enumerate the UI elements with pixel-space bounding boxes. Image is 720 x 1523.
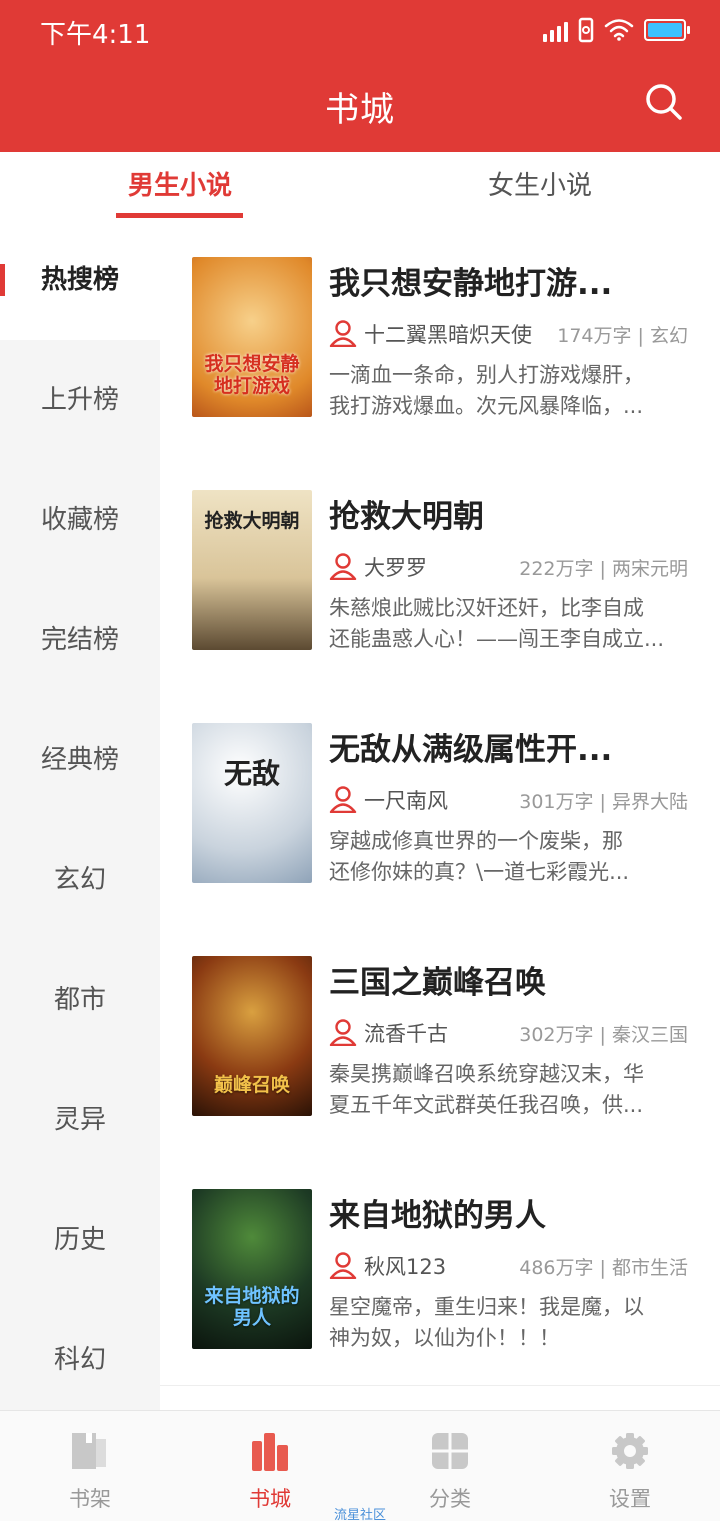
book-cover: 我只想安静地打游戏 (192, 257, 312, 417)
tab-male-novels[interactable]: 男生小说 (0, 152, 360, 220)
book-title: 抢救大明朝 (329, 499, 484, 535)
book-description: 朱慈烺此贼比汉奸还奸，比李自成 还能蛊惑人心！——闯王李自成立... (329, 593, 689, 655)
sidebar-item-label: 上升榜 (40, 385, 119, 415)
tab-female-novels[interactable]: 女生小说 (360, 152, 720, 220)
bookshelf-icon (72, 1433, 106, 1469)
nav-bookstore[interactable]: 书城 (180, 1411, 360, 1521)
description-line: 一滴血一条命，别人打游戏爆肝， (329, 363, 644, 387)
book-meta: 174万字 | 玄幻 (557, 325, 688, 347)
watermark: 流星社区 (334, 1508, 387, 1523)
book-description: 穿越成修真世界的一个废柴，那 还修你妹的真？\一道七彩霞光... (329, 826, 689, 888)
book-item[interactable]: 抢救大明朝 抢救大明朝 大罗罗 222万字 | 两宋元明 朱慈烺此贼比汉奸还奸，… (160, 453, 720, 687)
sidebar-item-label: 玄幻 (53, 865, 106, 895)
description-line: 朱慈烺此贼比汉奸还奸，比李自成 (329, 596, 644, 620)
sidebar-item-label: 完结榜 (40, 625, 119, 655)
settings-icon (612, 1433, 648, 1469)
description-line: 穿越成修真世界的一个废柴，那 (329, 829, 623, 853)
nav-settings[interactable]: 设置 (540, 1411, 720, 1521)
sidebar-item-supernatural[interactable]: 灵异 (0, 1060, 160, 1180)
nav-bookshelf[interactable]: 书架 (0, 1411, 180, 1521)
description-line: 还能蛊惑人心！——闯王李自成立... (329, 627, 665, 651)
sidebar-item-label: 科幻 (53, 1345, 106, 1375)
book-cover: 无敌 (192, 723, 312, 883)
book-meta: 302万字 | 秦汉三国 (519, 1024, 688, 1046)
status-icons (543, 14, 690, 46)
sidebar-item-rising[interactable]: 上升榜 (0, 340, 160, 460)
sidebar-item-label: 灵异 (53, 1105, 106, 1135)
description-line: 秦昊携巅峰召唤系统穿越汉末，华 (329, 1062, 644, 1086)
cover-title: 我只想安静地打游戏 (204, 353, 300, 397)
book-author: 流香千古 (364, 1022, 448, 1046)
description-line: 神为奴，以仙为仆！！！ (329, 1326, 560, 1350)
cover-title: 巅峰召唤 (213, 1074, 290, 1096)
book-author: 大罗罗 (364, 556, 427, 580)
author-icon (329, 553, 357, 580)
sidebar-item-label: 收藏榜 (40, 505, 119, 535)
book-meta: 486万字 | 都市生活 (519, 1257, 688, 1279)
book-item[interactable]: 巅峰召唤 三国之巅峰召唤 流香千古 302万字 | 秦汉三国 秦昊携巅峰召唤系统… (160, 919, 720, 1153)
book-author: 十二翼黑暗炽天使 (364, 323, 532, 347)
book-title: 三国之巅峰召唤 (329, 965, 546, 1001)
app-header: 下午4:11 书城 (0, 0, 720, 152)
author-icon (329, 1252, 357, 1279)
signal-icon (543, 18, 568, 42)
nav-label: 书架 (69, 1487, 111, 1511)
author-icon (329, 1019, 357, 1046)
status-time: 下午4:11 (40, 20, 151, 50)
description-line: 夏五千年文武群英任我召唤，供... (329, 1093, 644, 1117)
search-icon[interactable] (644, 82, 684, 122)
nav-label: 书城 (249, 1487, 291, 1511)
book-item[interactable]: 无敌 无敌从满级属性开... 一尺南风 301万字 | 异界大陆 穿越成修真世界… (160, 686, 720, 920)
sidebar-item-label: 经典榜 (40, 745, 119, 775)
sidebar-item-favorites[interactable]: 收藏榜 (0, 460, 160, 580)
book-author: 一尺南风 (364, 789, 448, 813)
book-item[interactable]: 来自地狱的男人 来自地狱的男人 秋风123 486万字 | 都市生活 星空魔帝，… (160, 1152, 720, 1386)
sidebar-item-completed[interactable]: 完结榜 (0, 580, 160, 700)
book-title: 我只想安静地打游... (329, 266, 613, 302)
sidebar-item-label: 热搜榜 (40, 265, 119, 295)
book-item[interactable]: 我只想安静地打游戏 我只想安静地打游... 十二翼黑暗炽天使 174万字 | 玄… (160, 220, 720, 454)
sidebar-item-scifi[interactable]: 科幻 (0, 1300, 160, 1420)
cover-title: 无敌 (223, 757, 280, 790)
nav-category[interactable]: 分类 (360, 1411, 540, 1521)
gender-tabs: 男生小说 女生小说 (0, 152, 720, 221)
cover-title: 来自地狱的男人 (204, 1285, 300, 1329)
vibrate-icon (578, 17, 594, 43)
page-title: 书城 (325, 90, 395, 130)
book-meta: 301万字 | 异界大陆 (519, 791, 688, 813)
sidebar-item-classic[interactable]: 经典榜 (0, 700, 160, 820)
book-description: 一滴血一条命，别人打游戏爆肝， 我打游戏爆血。次元风暴降临，... (329, 360, 689, 422)
wifi-icon (604, 19, 634, 41)
sidebar-item-history[interactable]: 历史 (0, 1180, 160, 1300)
active-sidebar-marker (0, 264, 5, 296)
sidebar-item-label: 都市 (53, 985, 106, 1015)
description-line: 星空魔帝，重生归来！我是魔，以 (329, 1295, 644, 1319)
book-description: 秦昊携巅峰召唤系统穿越汉末，华 夏五千年文武群英任我召唤，供... (329, 1059, 689, 1121)
book-title: 无敌从满级属性开... (329, 732, 613, 768)
ranking-sidebar: 热搜榜 上升榜 收藏榜 完结榜 经典榜 玄幻 都市 灵异 历史 科幻 (0, 220, 160, 1410)
description-line: 我打游戏爆血。次元风暴降临，... (329, 394, 644, 418)
bookstore-icon (252, 1433, 288, 1471)
book-cover: 来自地狱的男人 (192, 1189, 312, 1349)
sidebar-item-fantasy[interactable]: 玄幻 (0, 820, 160, 940)
book-title: 来自地狱的男人 (329, 1198, 546, 1234)
book-cover: 抢救大明朝 (192, 490, 312, 650)
sidebar-item-hot-search[interactable]: 热搜榜 (0, 220, 160, 340)
nav-label: 设置 (609, 1487, 651, 1511)
author-icon (329, 786, 357, 813)
book-meta: 222万字 | 两宋元明 (519, 558, 688, 580)
active-tab-indicator (116, 213, 243, 218)
cover-title: 抢救大明朝 (204, 510, 300, 532)
nav-label: 分类 (429, 1487, 471, 1511)
book-cover: 巅峰召唤 (192, 956, 312, 1116)
author-icon (329, 320, 357, 347)
category-icon (432, 1433, 468, 1469)
sidebar-item-urban[interactable]: 都市 (0, 940, 160, 1060)
sidebar-item-label: 历史 (53, 1225, 106, 1255)
description-line: 还修你妹的真？\一道七彩霞光... (329, 860, 630, 884)
book-description: 星空魔帝，重生归来！我是魔，以 神为奴，以仙为仆！！！ (329, 1292, 689, 1354)
book-author: 秋风123 (364, 1255, 447, 1279)
battery-icon (644, 19, 690, 41)
